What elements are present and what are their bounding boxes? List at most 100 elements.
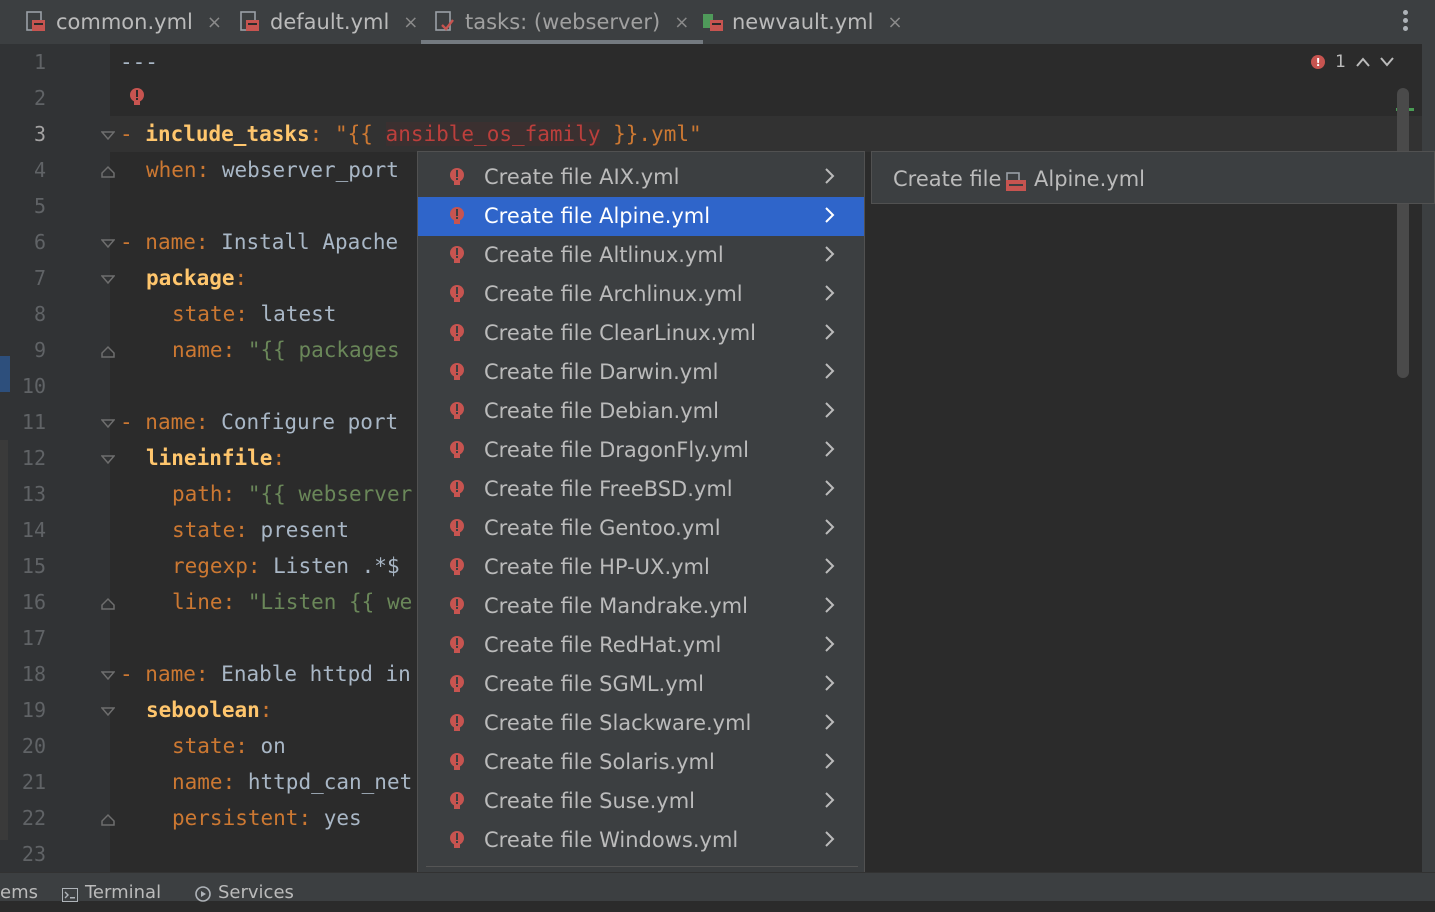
fold-end-icon[interactable] bbox=[101, 597, 115, 611]
popup-menu-item[interactable]: Create file Alpine.yml bbox=[418, 197, 864, 236]
popup-menu-item[interactable]: Create file SGML.yml bbox=[418, 665, 864, 704]
menu-item-label: Create file Slackware.yml bbox=[484, 711, 752, 735]
fold-open-icon[interactable] bbox=[101, 273, 115, 287]
code-line-14: state: present bbox=[172, 518, 350, 542]
close-icon[interactable]: × bbox=[403, 12, 418, 33]
close-icon[interactable]: × bbox=[674, 12, 689, 33]
popup-menu-item[interactable]: Create file ClearLinux.yml bbox=[418, 314, 864, 353]
line-number: 8 bbox=[33, 302, 46, 326]
popup-menu-item[interactable]: Create file Debian.yml bbox=[418, 392, 864, 431]
line-number: 21 bbox=[21, 770, 46, 794]
popup-menu-item[interactable]: Create file Slackware.yml bbox=[418, 704, 864, 743]
popup-menu-item[interactable]: Create file Altlinux.yml bbox=[418, 236, 864, 275]
popup-menu-item[interactable]: Create file Mandrake.yml bbox=[418, 587, 864, 626]
chevron-right-icon bbox=[822, 322, 836, 340]
line-number: 16 bbox=[21, 590, 46, 614]
close-icon[interactable]: × bbox=[887, 12, 902, 33]
code-line-12: lineinfile: bbox=[146, 446, 286, 470]
line-number: 17 bbox=[21, 626, 46, 650]
submenu-filename: Alpine.yml bbox=[1034, 167, 1145, 191]
error-bulb-icon bbox=[448, 479, 466, 501]
code-line-11: - name: Configure port bbox=[120, 410, 399, 434]
line-number: 15 bbox=[21, 554, 46, 578]
previous-error-icon[interactable] bbox=[1356, 52, 1370, 72]
menu-item-label: Create file RedHat.yml bbox=[484, 633, 722, 657]
menu-item-label: Create file AIX.yml bbox=[484, 165, 680, 189]
ansible-tasks-icon bbox=[435, 11, 455, 33]
popup-menu-item[interactable]: Create file DragonFly.yml bbox=[418, 431, 864, 470]
line-number: 9 bbox=[33, 338, 46, 362]
submenu-prefix: Create file bbox=[893, 167, 1002, 191]
popup-menu-item[interactable]: Create file Windows.yml bbox=[418, 821, 864, 860]
line-number: 7 bbox=[33, 266, 46, 290]
close-icon[interactable]: × bbox=[207, 12, 222, 33]
popup-menu-item[interactable]: Create file FreeBSD.yml bbox=[418, 470, 864, 509]
chevron-right-icon bbox=[822, 634, 836, 652]
popup-menu-item[interactable]: Create file HP-UX.yml bbox=[418, 548, 864, 587]
fold-open-icon[interactable] bbox=[101, 129, 115, 143]
tab-label: tasks: (webserver) bbox=[465, 10, 661, 34]
popup-menu-item[interactable]: Create file Gentoo.yml bbox=[418, 509, 864, 548]
next-error-icon[interactable] bbox=[1380, 52, 1394, 72]
tab-label: common.yml bbox=[56, 10, 193, 34]
error-bulb-icon bbox=[448, 713, 466, 735]
fold-open-icon[interactable] bbox=[101, 417, 115, 431]
menu-item-label: Create file Debian.yml bbox=[484, 399, 719, 423]
error-bulb-icon bbox=[448, 284, 466, 306]
menu-item-label: Create file Alpine.yml bbox=[484, 204, 711, 228]
vault-file-icon bbox=[702, 11, 723, 33]
chevron-right-icon bbox=[822, 790, 836, 808]
popup-menu-item[interactable]: Create file RedHat.yml bbox=[418, 626, 864, 665]
line-number: 14 bbox=[21, 518, 46, 542]
popup-menu-item[interactable]: Create file Archlinux.yml bbox=[418, 275, 864, 314]
fold-open-icon[interactable] bbox=[101, 237, 115, 251]
menu-item-label: Create file Windows.yml bbox=[484, 828, 739, 852]
chevron-right-icon bbox=[822, 166, 836, 184]
problems-indicator[interactable]: ! 1 bbox=[1311, 52, 1394, 72]
code-line-7: package: bbox=[146, 266, 248, 290]
fold-end-icon[interactable] bbox=[101, 345, 115, 359]
fold-end-icon[interactable] bbox=[101, 165, 115, 179]
fold-end-icon[interactable] bbox=[101, 813, 115, 827]
menu-item-label: Create file Darwin.yml bbox=[484, 360, 719, 384]
menu-item-label: Create file FreeBSD.yml bbox=[484, 477, 733, 501]
error-bulb-icon bbox=[448, 401, 466, 423]
tab-default-yml[interactable]: default.yml × bbox=[240, 0, 418, 44]
chevron-right-icon bbox=[822, 400, 836, 418]
code-line-9: name: "{{ packages bbox=[172, 338, 400, 362]
code-line-15: regexp: Listen .*$ bbox=[172, 554, 400, 578]
menu-item-label: Create file Archlinux.yml bbox=[484, 282, 743, 306]
line-number: 1 bbox=[33, 50, 46, 74]
error-bulb-icon bbox=[448, 362, 466, 384]
menu-item-label: Create file SGML.yml bbox=[484, 672, 704, 696]
chevron-right-icon bbox=[822, 478, 836, 496]
line-number: 23 bbox=[21, 842, 46, 866]
line-number: 6 bbox=[33, 230, 46, 254]
create-file-submenu[interactable]: Create file Alpine.yml bbox=[871, 151, 1435, 204]
line-number: 4 bbox=[33, 158, 46, 182]
tab-tasks-webserver[interactable]: tasks: (webserver) × bbox=[420, 0, 704, 44]
error-bulb-icon[interactable] bbox=[128, 87, 146, 109]
create-file-popup-menu: Create file AIX.yml Create file Alpine.ym… bbox=[417, 151, 865, 904]
tab-newvault-yml[interactable]: newvault.yml × bbox=[702, 0, 903, 44]
fold-open-icon[interactable] bbox=[101, 669, 115, 683]
chevron-right-icon bbox=[822, 361, 836, 379]
error-bulb-icon bbox=[448, 518, 466, 540]
code-line-19: seboolean: bbox=[146, 698, 273, 722]
line-number: 22 bbox=[21, 806, 46, 830]
chevron-right-icon bbox=[822, 595, 836, 613]
error-bulb-icon bbox=[448, 635, 466, 657]
chevron-right-icon bbox=[822, 712, 836, 730]
fold-open-icon[interactable] bbox=[101, 705, 115, 719]
popup-menu-item[interactable]: Create file Solaris.yml bbox=[418, 743, 864, 782]
popup-menu-item[interactable]: Create file AIX.yml bbox=[418, 158, 864, 197]
tab-common-yml[interactable]: common.yml × bbox=[26, 0, 222, 44]
fold-open-icon[interactable] bbox=[101, 453, 115, 467]
more-options-icon[interactable] bbox=[1403, 10, 1409, 34]
popup-menu-item[interactable]: Create file Suse.yml bbox=[418, 782, 864, 821]
popup-menu-item[interactable]: Create file Darwin.yml bbox=[418, 353, 864, 392]
menu-item-label: Create file ClearLinux.yml bbox=[484, 321, 757, 345]
vertical-scrollbar[interactable] bbox=[1397, 88, 1409, 378]
chevron-right-icon bbox=[822, 517, 836, 535]
unresolved-variable[interactable]: ansible_os_family bbox=[385, 122, 601, 146]
